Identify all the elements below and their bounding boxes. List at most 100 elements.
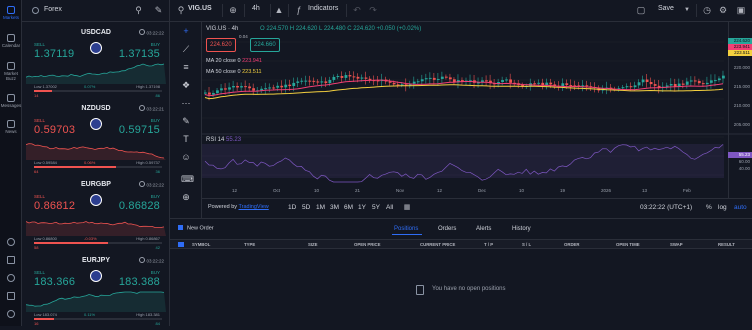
interval-select[interactable]: 4h bbox=[252, 5, 260, 12]
sell-price-button[interactable]: 1.37119 bbox=[34, 48, 74, 60]
fullscreen-icon[interactable]: ▢ bbox=[636, 5, 646, 15]
col-order[interactable]: ORDER bbox=[564, 242, 580, 247]
emoji-icon[interactable]: ☺ bbox=[181, 152, 191, 162]
sentiment-fill bbox=[34, 90, 52, 92]
col-open-time[interactable]: OPEN TIME bbox=[616, 242, 640, 247]
add-compare-icon[interactable]: ⊕ bbox=[228, 5, 238, 15]
tab-orders[interactable]: Orders bbox=[438, 226, 456, 232]
trendline-icon[interactable]: ⟋ bbox=[181, 44, 191, 54]
sell-price-button[interactable]: 0.86812 bbox=[34, 200, 75, 212]
tab-alerts[interactable]: Alerts bbox=[476, 226, 491, 232]
watchlist-title[interactable]: Forex bbox=[44, 6, 62, 13]
candle-body bbox=[501, 80, 504, 83]
buy-price-button[interactable]: 0.86828 bbox=[119, 200, 160, 212]
power-icon[interactable] bbox=[7, 238, 15, 246]
range-1m[interactable]: 1M bbox=[316, 204, 325, 211]
symbol-name[interactable]: VIG.US bbox=[188, 5, 212, 12]
col-swap[interactable]: SWAP bbox=[670, 242, 683, 247]
col-symbol[interactable]: SYMBOL bbox=[192, 242, 210, 247]
save-button[interactable]: Save bbox=[658, 5, 674, 12]
pattern-icon[interactable]: ❖ bbox=[181, 80, 191, 90]
log-toggle[interactable]: log bbox=[718, 204, 727, 211]
candle-body bbox=[448, 77, 452, 80]
expand-icon[interactable] bbox=[178, 242, 184, 247]
auto-toggle[interactable]: auto bbox=[734, 204, 747, 211]
buy-price-button[interactable]: 183.388 bbox=[119, 276, 160, 288]
brush-icon[interactable]: ✎ bbox=[181, 116, 191, 126]
text-icon[interactable]: T bbox=[181, 134, 191, 144]
col-open-price[interactable]: OPEN PRICE bbox=[354, 242, 381, 247]
new-order-button[interactable]: New Order bbox=[178, 225, 214, 232]
watchlist-card[interactable]: NZDUSD 03:22:21 SELL BUY 0.59703 0.59715 Low 0… bbox=[26, 98, 166, 174]
empty-state-message: You have no open positions bbox=[432, 286, 506, 292]
zoom-in-icon[interactable]: ⊕ bbox=[181, 192, 191, 202]
settings-icon[interactable] bbox=[7, 256, 15, 264]
forecast-icon[interactable]: ⋯ bbox=[181, 98, 191, 108]
edit-icon[interactable]: ✎ bbox=[154, 6, 163, 15]
chart-canvas[interactable]: 12 Oct 10 21 Nov 12 Dec 10 19 2026 13 Feb bbox=[202, 22, 752, 198]
tab-history[interactable]: History bbox=[512, 226, 531, 232]
candle-body bbox=[633, 85, 637, 88]
search-icon[interactable]: ⚲ bbox=[134, 6, 143, 15]
price-tick: 205.000 bbox=[733, 122, 750, 127]
layout-icon[interactable] bbox=[7, 292, 15, 300]
help-icon[interactable] bbox=[7, 274, 15, 282]
nav-item-messages[interactable]: Messages bbox=[0, 94, 22, 108]
col-size[interactable]: SIZE bbox=[308, 242, 318, 247]
fib-icon[interactable]: ≡ bbox=[181, 62, 191, 72]
nav-item-markets[interactable]: Markets bbox=[0, 6, 22, 20]
buy-price-box[interactable]: 224.660 bbox=[250, 38, 280, 52]
chart-clock[interactable]: 03:22:22 (UTC+1) bbox=[640, 204, 692, 211]
search-icon[interactable]: ⚲ bbox=[176, 5, 186, 15]
range-1y[interactable]: 1Y bbox=[358, 204, 366, 211]
watchlist-card[interactable]: EURGBP 03:22:22 SELL BUY 0.86812 0.86828 Low 0… bbox=[26, 174, 166, 250]
range-1d[interactable]: 1D bbox=[288, 204, 296, 211]
ruler-icon[interactable]: ⌨ bbox=[181, 174, 194, 184]
col-result[interactable]: RESULT bbox=[718, 242, 735, 247]
range-6m[interactable]: 6M bbox=[344, 204, 353, 211]
candle-body bbox=[485, 80, 488, 82]
sell-price-box[interactable]: 224.620 bbox=[206, 38, 236, 52]
indicators-icon[interactable]: ƒ bbox=[294, 5, 304, 15]
col-type[interactable]: TYPE bbox=[244, 242, 255, 247]
tradingview-link[interactable]: TradingView bbox=[238, 204, 268, 210]
snapshot-icon[interactable]: ▣ bbox=[736, 5, 746, 15]
alert-clock-icon[interactable]: ◷ bbox=[702, 5, 712, 15]
indicators-button[interactable]: Indicators bbox=[308, 5, 338, 12]
candle-body bbox=[428, 77, 432, 79]
range-all[interactable]: All bbox=[386, 204, 393, 211]
news-icon bbox=[7, 120, 15, 128]
col-tp[interactable]: T / P bbox=[484, 242, 493, 247]
price-chart[interactable]: 12 Oct 10 21 Nov 12 Dec 10 19 2026 13 Feb VIG.US · … bbox=[202, 22, 752, 198]
nav-item-market-buzz[interactable]: Market Buzz bbox=[0, 62, 22, 81]
crosshair-icon[interactable]: + bbox=[181, 26, 191, 36]
sell-price-button[interactable]: 0.59703 bbox=[34, 124, 75, 136]
user-icon[interactable] bbox=[7, 310, 15, 318]
col-current-price[interactable]: CURRENT PRICE bbox=[420, 242, 455, 247]
high-value: High 1.37198 bbox=[136, 84, 160, 89]
nav-item-news[interactable]: News bbox=[0, 120, 22, 134]
chevron-down-icon[interactable]: ▼ bbox=[682, 5, 692, 15]
date-range-icon[interactable]: ▦ bbox=[402, 203, 412, 213]
range-5y[interactable]: 5Y bbox=[372, 204, 380, 211]
candle-body bbox=[404, 84, 408, 86]
powered-by-text: Powered by TradingView bbox=[208, 204, 269, 210]
undo-icon[interactable]: ↶ bbox=[352, 5, 362, 15]
candle-body bbox=[312, 80, 316, 82]
col-sl[interactable]: S / L bbox=[522, 242, 531, 247]
buy-price-button[interactable]: 1.37135 bbox=[119, 48, 160, 60]
percent-toggle[interactable]: % bbox=[706, 204, 712, 211]
candle-style-icon[interactable]: ▲ bbox=[274, 5, 284, 15]
watchlist-card[interactable]: EURJPY 03:22:22 SELL BUY 183.366 183.388 Low 1… bbox=[26, 250, 166, 326]
range-5d[interactable]: 5D bbox=[302, 204, 310, 211]
buy-price-button[interactable]: 0.59715 bbox=[119, 124, 160, 136]
nav-item-calendar[interactable]: Calendar bbox=[0, 34, 22, 48]
sell-price-button[interactable]: 183.366 bbox=[34, 276, 75, 288]
range-3m[interactable]: 3M bbox=[330, 204, 339, 211]
watchlist-card[interactable]: USDCAD 03:22:22 SELL BUY 1.37119 1.37135 Low 1… bbox=[26, 22, 166, 98]
divider bbox=[696, 4, 697, 17]
settings-icon[interactable]: ⚙ bbox=[718, 5, 728, 15]
redo-icon[interactable]: ↷ bbox=[368, 5, 378, 15]
ma50-label: MA 50 close 0 bbox=[206, 69, 241, 75]
tab-positions[interactable]: Positions bbox=[394, 226, 418, 232]
